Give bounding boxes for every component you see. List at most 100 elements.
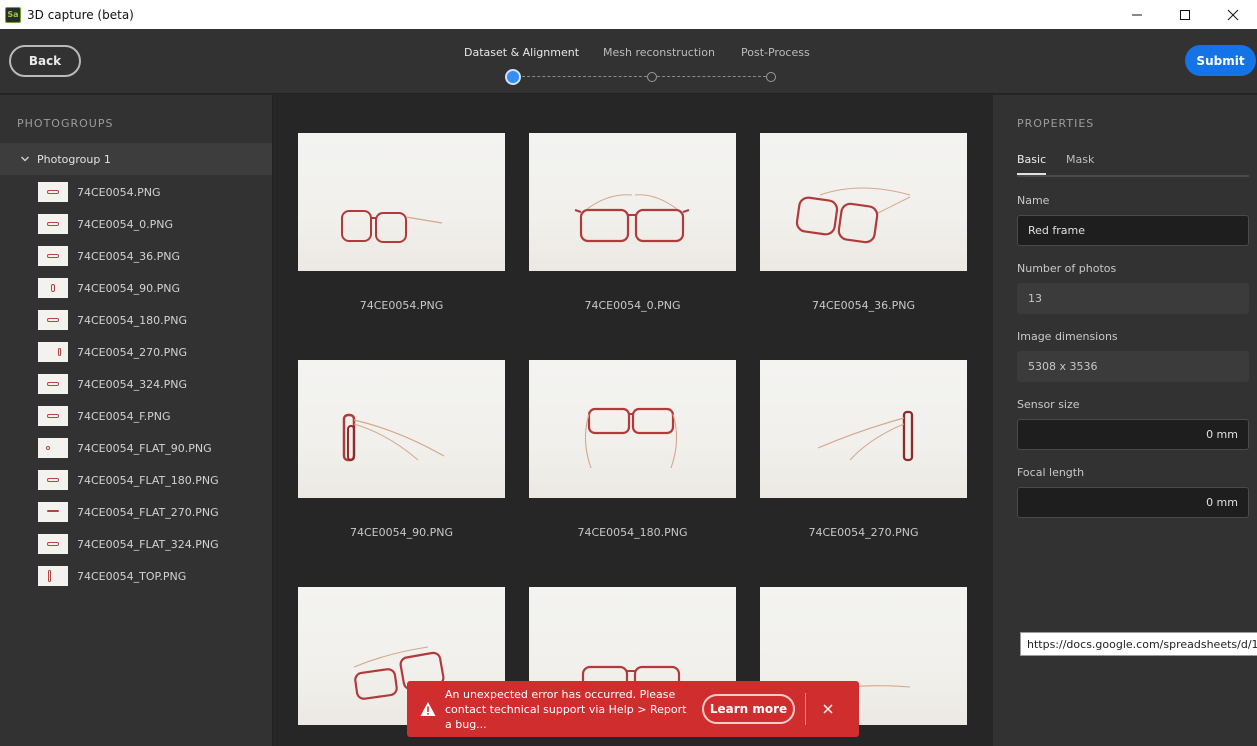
close-icon bbox=[1227, 9, 1239, 20]
close-icon bbox=[823, 704, 833, 714]
photo-thumbnail bbox=[38, 566, 68, 586]
error-message: An unexpected error has occurred. Please… bbox=[445, 687, 687, 731]
file-name: 74CE0054.PNG bbox=[77, 185, 161, 199]
file-name: 74CE0054_FLAT_324.PNG bbox=[77, 537, 219, 551]
toast-close-button[interactable] bbox=[822, 703, 834, 715]
name-field[interactable]: Red frame bbox=[1017, 215, 1249, 246]
photo-card-label: 74CE0054_270.PNG bbox=[808, 526, 919, 539]
photo-thumbnail bbox=[38, 470, 68, 490]
photo-card-label: 74CE0054.PNG bbox=[359, 299, 444, 312]
stepper-connector bbox=[657, 76, 766, 77]
list-item[interactable]: 74CE0054_324.PNG bbox=[0, 368, 272, 400]
list-item[interactable]: 74CE0054_90.PNG bbox=[0, 272, 272, 304]
file-name: 74CE0054_324.PNG bbox=[77, 377, 187, 391]
photogroup-row[interactable]: Photogroup 1 bbox=[0, 143, 272, 175]
url-tooltip: https://docs.google.com/spreadsheets/d/1… bbox=[1020, 632, 1257, 656]
photo-thumbnail bbox=[38, 374, 68, 394]
photos-count-label: Number of photos bbox=[1017, 262, 1117, 275]
photo-thumbnail bbox=[38, 214, 68, 234]
photo-image bbox=[298, 133, 505, 271]
list-item[interactable]: 74CE0054_FLAT_270.PNG bbox=[0, 496, 272, 528]
photo-thumbnail bbox=[38, 438, 68, 458]
minimize-button[interactable] bbox=[1113, 0, 1161, 29]
photo-thumbnail bbox=[38, 246, 68, 266]
photo-image bbox=[529, 133, 736, 271]
photo-card[interactable]: 74CE0054_36.PNG bbox=[760, 133, 967, 312]
photo-card[interactable]: 74CE0054.PNG bbox=[298, 133, 505, 312]
name-label: Name bbox=[1017, 194, 1050, 207]
stepper-dot-active[interactable] bbox=[505, 69, 521, 85]
window-controls bbox=[1113, 0, 1257, 29]
photo-image bbox=[760, 133, 967, 271]
photo-image bbox=[298, 360, 505, 498]
photos-count-field: 13 bbox=[1017, 283, 1249, 314]
focal-length-label: Focal length bbox=[1017, 466, 1085, 479]
chevron-down-icon[interactable] bbox=[20, 154, 30, 164]
photo-card[interactable]: 74CE0054_0.PNG bbox=[529, 133, 736, 312]
photo-card-label: 74CE0054_180.PNG bbox=[577, 526, 688, 539]
photo-card-label: 74CE0054_36.PNG bbox=[811, 299, 915, 312]
photo-thumbnail bbox=[38, 534, 68, 554]
file-name: 74CE0054_FLAT_180.PNG bbox=[77, 473, 219, 487]
step-mesh-reconstruction[interactable]: Mesh reconstruction bbox=[603, 46, 715, 59]
sensor-size-label: Sensor size bbox=[1017, 398, 1080, 411]
properties-tabs: Basic Mask bbox=[1017, 147, 1249, 177]
photo-card[interactable]: 74CE0054_180.PNG bbox=[529, 360, 736, 539]
window-titlebar: Sa 3D capture (beta) bbox=[0, 0, 1257, 29]
photo-card[interactable]: 74CE0054_270.PNG bbox=[760, 360, 967, 539]
file-name: 74CE0054_FLAT_90.PNG bbox=[77, 441, 212, 455]
tab-basic[interactable]: Basic bbox=[1017, 153, 1046, 166]
photo-thumbnail bbox=[38, 310, 68, 330]
file-name: 74CE0054_F.PNG bbox=[77, 409, 171, 423]
stepper-connector bbox=[522, 76, 647, 77]
photo-card[interactable]: 74CE0054_90.PNG bbox=[298, 360, 505, 539]
tab-mask[interactable]: Mask bbox=[1066, 153, 1094, 166]
submit-button[interactable]: Submit bbox=[1185, 45, 1256, 76]
file-name: 74CE0054_90.PNG bbox=[77, 281, 181, 295]
image-dimensions-field: 5308 x 3536 bbox=[1017, 351, 1249, 382]
file-name: 74CE0054_0.PNG bbox=[77, 217, 174, 231]
list-item[interactable]: 74CE0054_TOP.PNG bbox=[0, 560, 272, 592]
file-name: 74CE0054_270.PNG bbox=[77, 345, 187, 359]
maximize-button[interactable] bbox=[1161, 0, 1209, 29]
list-item[interactable]: 74CE0054_180.PNG bbox=[0, 304, 272, 336]
image-dimensions-label: Image dimensions bbox=[1017, 330, 1118, 343]
focal-length-field[interactable]: 0 mm bbox=[1017, 487, 1249, 518]
minimize-icon bbox=[1132, 14, 1142, 15]
list-item[interactable]: 74CE0054.PNG bbox=[0, 176, 272, 208]
list-item[interactable]: 74CE0054_FLAT_180.PNG bbox=[0, 464, 272, 496]
list-item[interactable]: 74CE0054_F.PNG bbox=[0, 400, 272, 432]
maximize-icon bbox=[1180, 9, 1190, 20]
list-item[interactable]: 74CE0054_FLAT_324.PNG bbox=[0, 528, 272, 560]
file-name: 74CE0054_FLAT_270.PNG bbox=[77, 505, 219, 519]
stepper-dot[interactable] bbox=[647, 72, 657, 82]
photo-file-list: 74CE0054.PNG 74CE0054_0.PNG 74CE0054_36.… bbox=[0, 176, 272, 592]
properties-heading: PROPERTIES bbox=[1017, 117, 1095, 130]
workflow-header: Back Dataset & Alignment Mesh reconstruc… bbox=[0, 29, 1257, 94]
photogroup-label: Photogroup 1 bbox=[37, 152, 111, 166]
active-tab-indicator bbox=[1017, 173, 1046, 175]
warning-icon bbox=[420, 702, 436, 716]
list-item[interactable]: 74CE0054_0.PNG bbox=[0, 208, 272, 240]
photo-image bbox=[529, 360, 736, 498]
window-title: 3D capture (beta) bbox=[27, 7, 134, 22]
photo-thumbnail bbox=[38, 278, 68, 298]
photo-thumbnail bbox=[38, 502, 68, 522]
close-window-button[interactable] bbox=[1209, 0, 1257, 29]
learn-more-button[interactable]: Learn more bbox=[702, 694, 795, 724]
step-dataset-alignment[interactable]: Dataset & Alignment bbox=[464, 46, 579, 59]
back-button[interactable]: Back bbox=[9, 45, 81, 77]
sensor-size-field[interactable]: 0 mm bbox=[1017, 419, 1249, 450]
photogroups-panel: PHOTOGROUPS Photogroup 1 74CE0054.PNG 74… bbox=[0, 95, 273, 746]
photo-card-label: 74CE0054_90.PNG bbox=[349, 526, 453, 539]
file-name: 74CE0054_180.PNG bbox=[77, 313, 187, 327]
toast-divider bbox=[805, 693, 806, 725]
list-item[interactable]: 74CE0054_270.PNG bbox=[0, 336, 272, 368]
step-post-process[interactable]: Post-Process bbox=[741, 46, 810, 59]
photo-thumbnail bbox=[38, 406, 68, 426]
stepper-dot[interactable] bbox=[766, 72, 776, 82]
app-logo-icon: Sa bbox=[5, 6, 21, 23]
photo-thumbnail bbox=[38, 182, 68, 202]
list-item[interactable]: 74CE0054_FLAT_90.PNG bbox=[0, 432, 272, 464]
list-item[interactable]: 74CE0054_36.PNG bbox=[0, 240, 272, 272]
